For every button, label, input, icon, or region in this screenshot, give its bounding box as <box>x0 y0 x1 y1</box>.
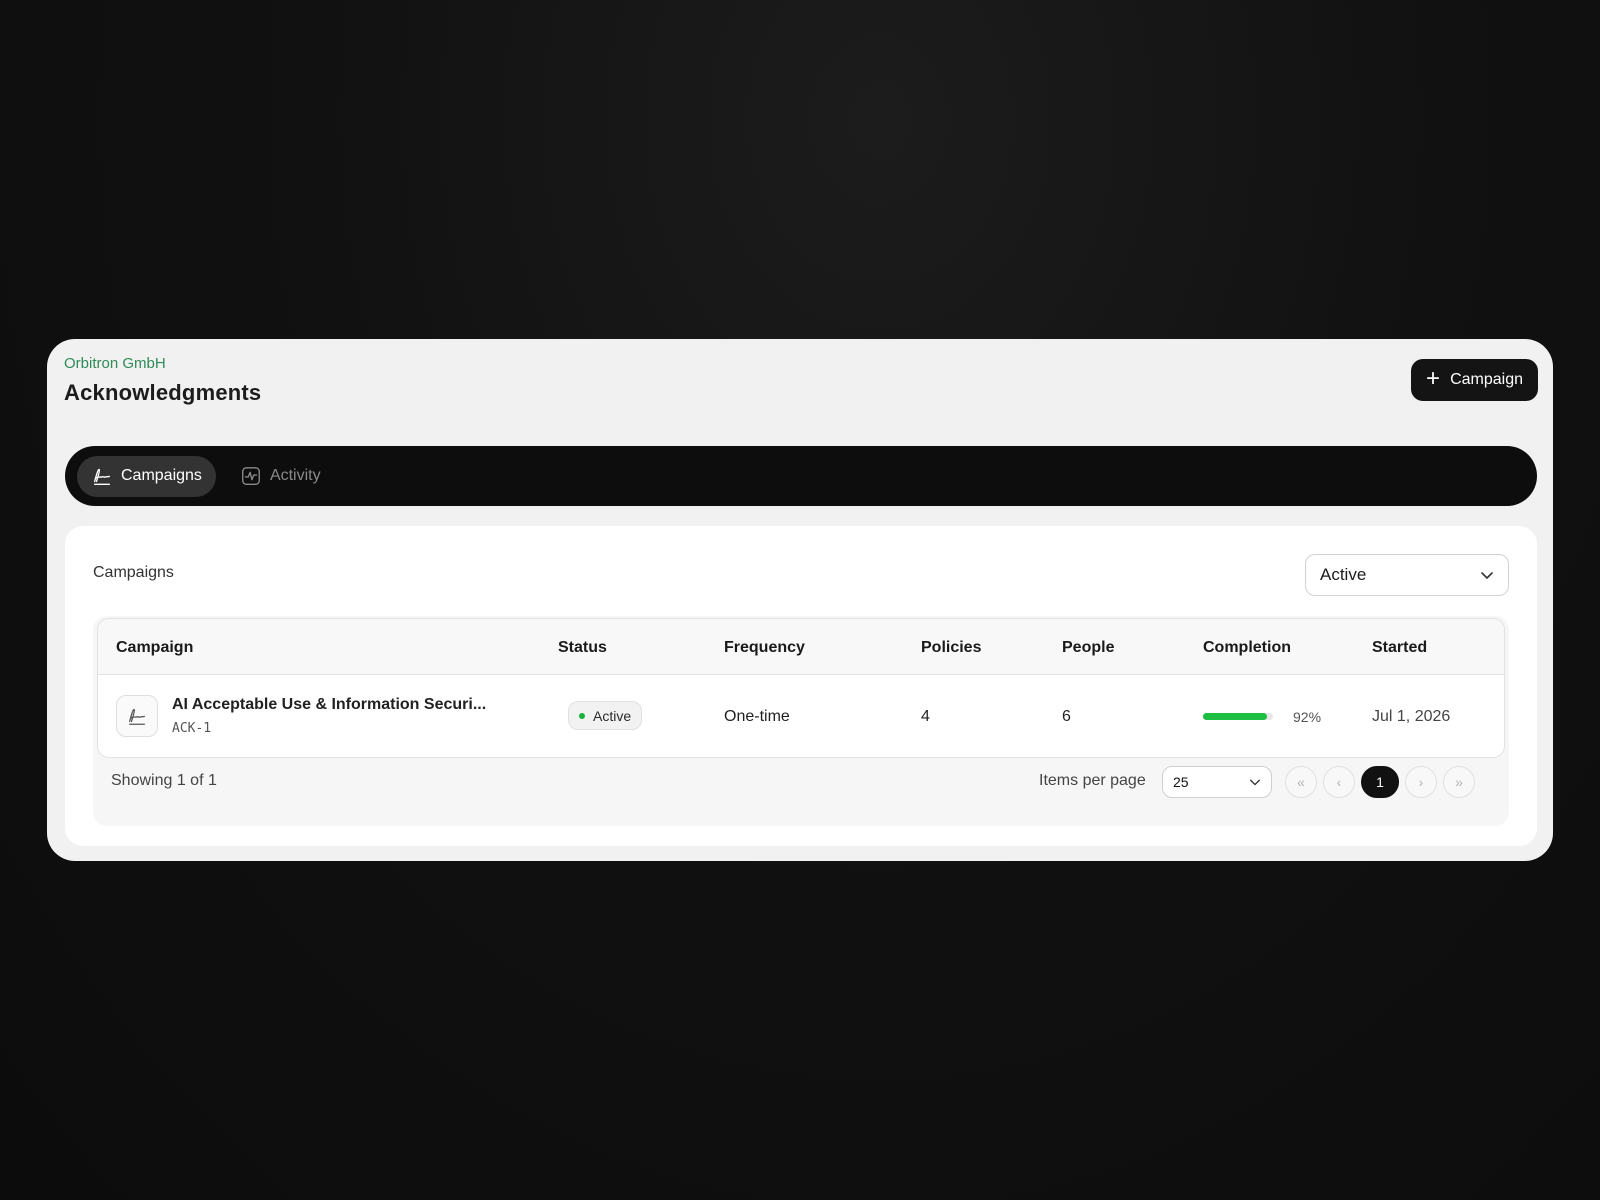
plus-icon: + <box>1426 365 1441 392</box>
campaigns-panel: Campaigns Active Campaign Status Frequen… <box>65 526 1537 846</box>
status-filter-select[interactable]: Active <box>1305 554 1509 596</box>
col-frequency: Frequency <box>724 639 805 656</box>
campaign-id: ACK-1 <box>172 721 212 736</box>
col-completion: Completion <box>1203 639 1291 656</box>
org-name: Orbitron GmbH <box>64 355 166 372</box>
page-title: Acknowledgments <box>64 380 262 405</box>
acknowledgments-card: Orbitron GmbH Acknowledgments + Campaign… <box>47 339 1553 861</box>
first-page-button[interactable]: « <box>1285 766 1317 798</box>
completion-percent: 92% <box>1293 709 1322 725</box>
started-cell: Jul 1, 2026 <box>1372 708 1451 725</box>
status-badge-label: Active <box>593 707 632 724</box>
tab-activity-label: Activity <box>269 467 321 484</box>
signature-icon <box>116 695 158 737</box>
signature-icon <box>93 468 111 485</box>
tab-activity[interactable]: Activity <box>226 456 335 497</box>
pagination: « ‹ 1 › » <box>1285 766 1475 798</box>
double-chevron-left-icon: « <box>1297 774 1305 790</box>
panel-title: Campaigns <box>93 564 174 581</box>
chevron-left-icon: ‹ <box>1336 774 1342 790</box>
people-cell: 6 <box>1062 708 1071 725</box>
page-header: Orbitron GmbH Acknowledgments <box>64 355 261 406</box>
completion-progress-bar <box>1203 713 1273 720</box>
page-button-current[interactable]: 1 <box>1361 766 1399 798</box>
new-campaign-label: Campaign <box>1450 371 1523 388</box>
status-badge: Active <box>568 701 643 730</box>
last-page-button[interactable]: » <box>1443 766 1475 798</box>
col-people: People <box>1062 639 1115 656</box>
prev-page-button[interactable]: ‹ <box>1323 766 1355 798</box>
items-per-page-value: 25 <box>1173 774 1189 790</box>
campaign-name[interactable]: AI Acceptable Use & Information Securi..… <box>172 696 486 714</box>
status-dot-icon <box>579 712 585 719</box>
items-per-page-select[interactable]: 25 <box>1162 766 1272 798</box>
tab-campaigns[interactable]: Campaigns <box>77 455 216 497</box>
policies-cell: 4 <box>921 708 930 725</box>
tab-bar: Campaigns Activity <box>65 446 1537 506</box>
col-campaign: Campaign <box>116 639 194 656</box>
activity-icon <box>242 467 260 485</box>
table-header: Campaign Status Frequency Policies Peopl… <box>98 619 1504 675</box>
chevron-right-icon: › <box>1418 774 1424 790</box>
double-chevron-right-icon: » <box>1455 774 1463 790</box>
items-per-page-label: Items per page <box>1039 772 1146 789</box>
chevron-down-icon <box>1481 572 1493 579</box>
chevron-down-icon <box>1250 779 1260 786</box>
table-container: Campaign Status Frequency Policies Peopl… <box>93 616 1509 826</box>
table-row[interactable]: AI Acceptable Use & Information Securi..… <box>98 675 1504 757</box>
col-status: Status <box>558 639 607 656</box>
status-filter-value: Active <box>1320 565 1367 584</box>
col-policies: Policies <box>921 639 982 656</box>
col-started: Started <box>1372 639 1428 656</box>
showing-count: Showing 1 of 1 <box>111 772 217 789</box>
new-campaign-button[interactable]: + Campaign <box>1411 359 1538 401</box>
frequency-cell: One-time <box>724 708 790 725</box>
next-page-button[interactable]: › <box>1405 766 1437 798</box>
campaigns-table: Campaign Status Frequency Policies Peopl… <box>97 618 1505 758</box>
tab-campaigns-label: Campaigns <box>121 467 202 484</box>
completion-progress-fill <box>1203 713 1268 720</box>
